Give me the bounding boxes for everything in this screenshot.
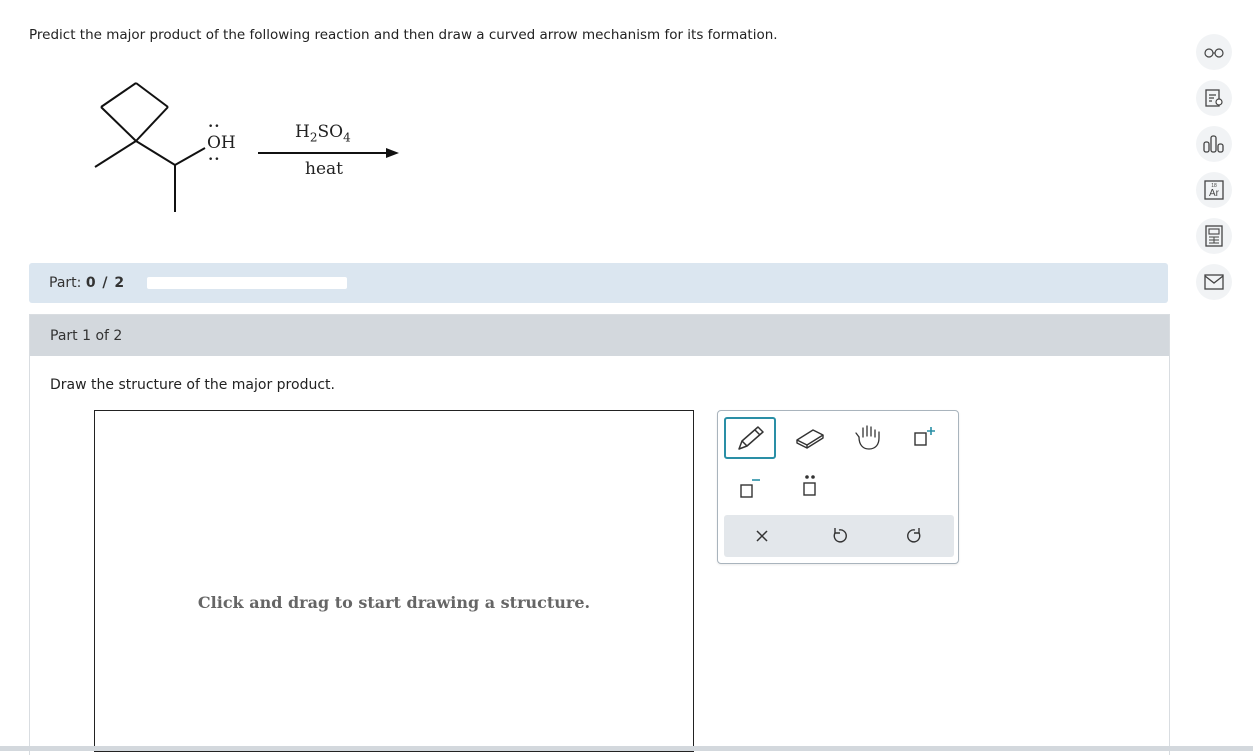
data-icon[interactable]: [1196, 126, 1232, 162]
part-header-label: Part 1 of 2: [50, 328, 123, 344]
hand-tool[interactable]: [843, 417, 893, 457]
close-icon: [756, 530, 768, 542]
positive-charge-icon: [914, 427, 935, 446]
glasses-glyph: [1204, 48, 1224, 58]
eraser-icon: [796, 429, 824, 449]
part-header: Part 1 of 2: [30, 315, 1169, 356]
question-text: Predict the major product of the followi…: [29, 27, 778, 43]
glasses-icon[interactable]: [1196, 34, 1232, 70]
review-glyph: [1205, 89, 1223, 107]
redo-icon: [907, 528, 921, 543]
eraser-tool[interactable]: [785, 417, 835, 457]
calculator-icon[interactable]: [1196, 218, 1232, 254]
canvas-hint: Click and drag to start drawing a struct…: [197, 593, 591, 612]
calculator-glyph: [1205, 225, 1223, 247]
svg-text:Ar: Ar: [1209, 188, 1220, 199]
drawing-canvas[interactable]: Click and drag to start drawing a struct…: [94, 410, 694, 752]
undo-button[interactable]: [814, 516, 864, 556]
bottom-scroll-edge: [0, 746, 1253, 751]
element-glyph: Ar 18: [1204, 180, 1224, 200]
clear-button[interactable]: [737, 516, 787, 556]
hand-icon: [855, 425, 880, 450]
part-progress-bar: Part: 0 / 2: [29, 263, 1168, 303]
lone-pair-icon: [803, 475, 816, 496]
reaction-scheme: •• OH •• H2SO4 heat: [80, 70, 440, 230]
progress-track: [147, 277, 347, 289]
reagent-label: H2SO4: [295, 122, 351, 145]
bar-chart-glyph: [1203, 135, 1224, 153]
hydroxyl-label: OH: [207, 133, 236, 153]
lone-pair-tool[interactable]: [785, 467, 835, 507]
reactant-structure: [94, 82, 399, 212]
negative-charge-tool[interactable]: [724, 467, 774, 507]
review-icon[interactable]: [1196, 80, 1232, 116]
lone-pair-top: ••: [208, 122, 221, 132]
message-icon[interactable]: [1196, 264, 1232, 300]
negative-charge-icon: [740, 479, 760, 498]
drawing-toolbox: [717, 410, 959, 564]
periodic-table-icon[interactable]: Ar 18: [1196, 172, 1232, 208]
envelope-glyph: [1204, 274, 1224, 290]
toolbox-footer: [724, 515, 954, 557]
redo-button[interactable]: [890, 516, 940, 556]
part-section: Part 1 of 2 Draw the structure of the ma…: [29, 314, 1170, 755]
pencil-icon: [738, 426, 764, 450]
lone-pair-bottom: ••: [208, 155, 221, 165]
positive-charge-tool[interactable]: [900, 417, 950, 457]
instruction-text: Draw the structure of the major product.: [50, 377, 335, 393]
undo-icon: [833, 528, 847, 543]
pencil-tool[interactable]: [724, 417, 776, 459]
part-score: Part: 0 / 2: [49, 275, 126, 291]
condition-label: heat: [305, 159, 343, 179]
svg-text:18: 18: [1211, 183, 1217, 189]
